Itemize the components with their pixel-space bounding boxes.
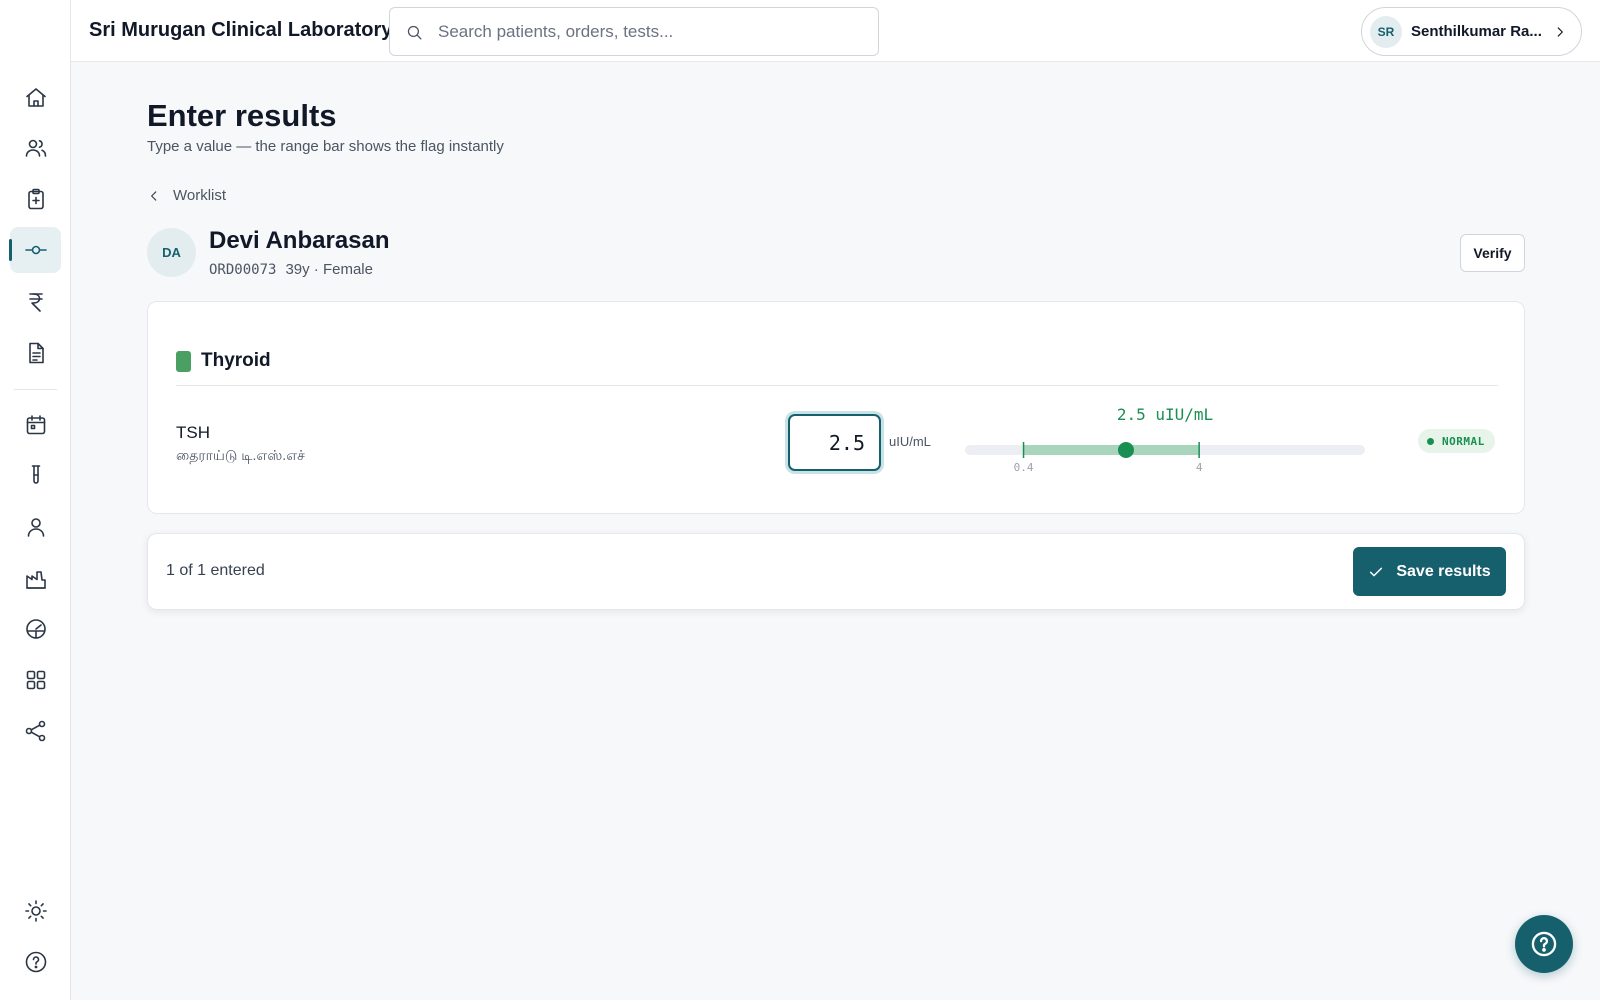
page-title: Enter results <box>147 98 337 133</box>
home-icon <box>25 88 46 107</box>
user-menu-button[interactable]: SR Senthilkumar Ra... <box>1361 7 1582 56</box>
factory-icon <box>25 571 46 589</box>
nav-billing[interactable] <box>10 279 61 325</box>
patient-avatar: DA <box>147 228 196 277</box>
search-input[interactable] <box>438 8 868 55</box>
nav-results[interactable] <box>9 227 61 273</box>
range-bar-graphic: 0.4 4 <box>965 442 1365 474</box>
result-value-input[interactable] <box>788 414 881 471</box>
nav-analytics[interactable] <box>10 606 61 652</box>
lab-name: Sri Murugan Clinical Laboratory <box>89 19 393 41</box>
user-avatar: SR <box>1370 15 1402 48</box>
patient-demographics: 39y · Female <box>285 261 373 278</box>
range-high-label: 4 <box>1196 461 1203 474</box>
range-low-label: 0.4 <box>1014 461 1034 474</box>
status-badge-label: NORMAL <box>1442 434 1485 448</box>
chevron-right-icon <box>1557 26 1563 37</box>
test-local-name: தைராய்டு டி.எஸ்.எச் <box>176 447 305 463</box>
nav-reports[interactable] <box>10 330 61 376</box>
nav-samples[interactable] <box>10 452 61 498</box>
status-badge: NORMAL <box>1418 429 1495 453</box>
calendar-icon <box>26 415 45 435</box>
patient-name: Devi Anbarasan <box>209 227 390 254</box>
section-divider <box>176 385 1498 386</box>
range-value-marker <box>1117 442 1134 458</box>
page-subtitle: Type a value — the range bar shows the f… <box>147 138 504 155</box>
document-icon <box>28 342 44 364</box>
sidebar <box>0 0 71 1000</box>
results-footer-bar: 1 of 1 entered Save results <box>147 533 1525 610</box>
help-fab-button[interactable] <box>1515 915 1573 973</box>
nav-home[interactable] <box>10 75 61 121</box>
user-name: Senthilkumar Ra... <box>1411 23 1542 40</box>
gauge-icon <box>25 619 46 639</box>
patient-meta: ORD00073 39y · Female <box>209 261 373 278</box>
nav-appointments[interactable] <box>10 402 61 448</box>
save-results-button[interactable]: Save results <box>1353 547 1506 596</box>
save-results-label: Save results <box>1396 562 1491 580</box>
verify-button[interactable]: Verify <box>1460 234 1525 272</box>
nav-catalog[interactable] <box>10 657 61 703</box>
section-title: Thyroid <box>201 350 271 371</box>
person-icon <box>27 518 44 537</box>
section-header: Thyroid <box>176 350 271 372</box>
nav-integrations[interactable] <box>10 708 61 754</box>
results-slider-icon <box>24 245 47 255</box>
status-dot <box>1427 437 1434 445</box>
search-box[interactable] <box>389 7 879 56</box>
nav-orders[interactable] <box>10 176 61 222</box>
rupee-icon <box>28 293 43 312</box>
nav-patients[interactable] <box>10 125 61 171</box>
nav-help[interactable] <box>10 939 61 985</box>
nav-doctors[interactable] <box>10 504 61 550</box>
clipboard-plus-icon <box>27 188 44 210</box>
grid-icon <box>26 670 45 690</box>
share-icon <box>25 720 45 742</box>
back-link-label: Worklist <box>173 187 227 204</box>
section-color-marker <box>176 350 191 372</box>
theme-toggle[interactable] <box>10 888 61 934</box>
search-icon <box>407 25 422 40</box>
check-icon <box>1370 567 1383 576</box>
reference-range-bar: 2.5 uIU/mL 0.4 4 <box>965 405 1365 475</box>
order-id: ORD00073 <box>209 262 277 278</box>
sun-icon <box>24 900 47 922</box>
top-bar: Sri Murugan Clinical Laboratory SR Senth… <box>71 0 1600 62</box>
range-normal-band <box>1023 445 1200 455</box>
entered-count: 1 of 1 entered <box>166 562 265 579</box>
result-unit: uIU/mL <box>889 434 931 449</box>
test-name: TSH <box>176 423 210 442</box>
back-to-worklist-link[interactable]: Worklist <box>147 187 226 204</box>
sidebar-divider <box>14 389 57 390</box>
question-mark-icon <box>1531 931 1557 957</box>
users-icon <box>25 139 46 157</box>
test-tube-icon <box>31 465 40 484</box>
nav-organisations[interactable] <box>10 556 61 602</box>
help-circle-icon <box>25 951 46 973</box>
chevron-left-icon <box>151 190 157 201</box>
